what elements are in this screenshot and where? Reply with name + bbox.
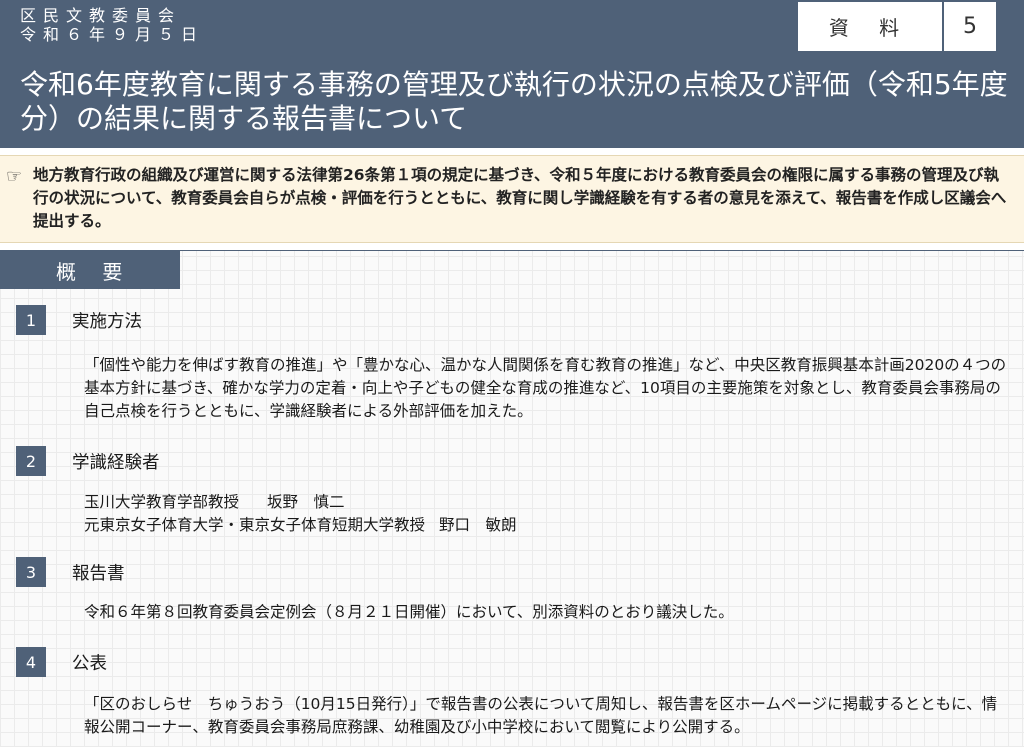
section-title: 実施方法 [72,312,142,332]
section-number: 2 [16,446,46,476]
section-body: 令和６年第８回教育委員会定例会（８月２１日開催）において、別添資料のとおり議決し… [84,603,734,621]
section-title: 公表 [72,654,107,674]
pointing-hand-icon: ☞ [6,166,23,187]
header-banner: 区民文教委員会 令和６年９月５日 資 料 5 令和6年度教育に関する事務の管理及… [0,0,1024,148]
expert-affiliation: 玉川大学教育学部教授 [84,493,240,511]
meeting-date: 令和６年９月５日 [20,25,205,44]
meeting-info: 区民文教委員会 令和６年９月５日 [20,6,204,44]
section-number: 4 [16,647,46,677]
expert-list: 玉川大学教育学部教授 坂野 慎二 元東京女子体育大学・東京女子体育短期大学教授 … [72,491,1012,537]
expert-item: 玉川大学教育学部教授 坂野 慎二 [84,491,1012,514]
document-number: 5 [963,14,977,39]
overview-heading: 概 要 [0,251,180,289]
summary-notice: ☞ 地方教育行政の組織及び運営に関する法律第26条第１項の規定に基づき、令和５年… [0,155,1024,243]
section-title: 学識経験者 [72,453,160,473]
expert-item: 元東京女子体育大学・東京女子体育短期大学教授 野口 敏朗 [84,514,1012,537]
expert-affiliation: 元東京女子体育大学・東京女子体育短期大学教授 [84,516,426,534]
section-body: 「個性や能力を伸ばす教育の推進」や「豊かな心、温かな人間関係を育む教育の推進」な… [84,356,1007,420]
overview-panel: 概 要 1 実施方法 「個性や能力を伸ばす教育の推進」や「豊かな心、温かな人間関… [0,250,1024,747]
section-number: 3 [16,557,46,587]
section-body: 「区のおしらせ ちゅうおう（10月15日発行）」で報告書の公表について周知し、報… [84,695,998,736]
expert-name: 野口 敏朗 [439,516,517,534]
meeting-committee: 区民文教委員会 [20,6,182,25]
section-number: 1 [16,305,46,335]
document-number-box: 資 料 5 [796,0,998,53]
section-title: 報告書 [72,564,125,584]
page-title: 令和6年度教育に関する事務の管理及び執行の状況の点検及び評価（令和5年度分）の結… [20,68,1008,135]
expert-name: 坂野 慎二 [267,493,345,511]
document-label: 資 料 [798,2,944,51]
notice-text: 地方教育行政の組織及び運営に関する法律第26条第１項の規定に基づき、令和５年度に… [33,166,1007,230]
